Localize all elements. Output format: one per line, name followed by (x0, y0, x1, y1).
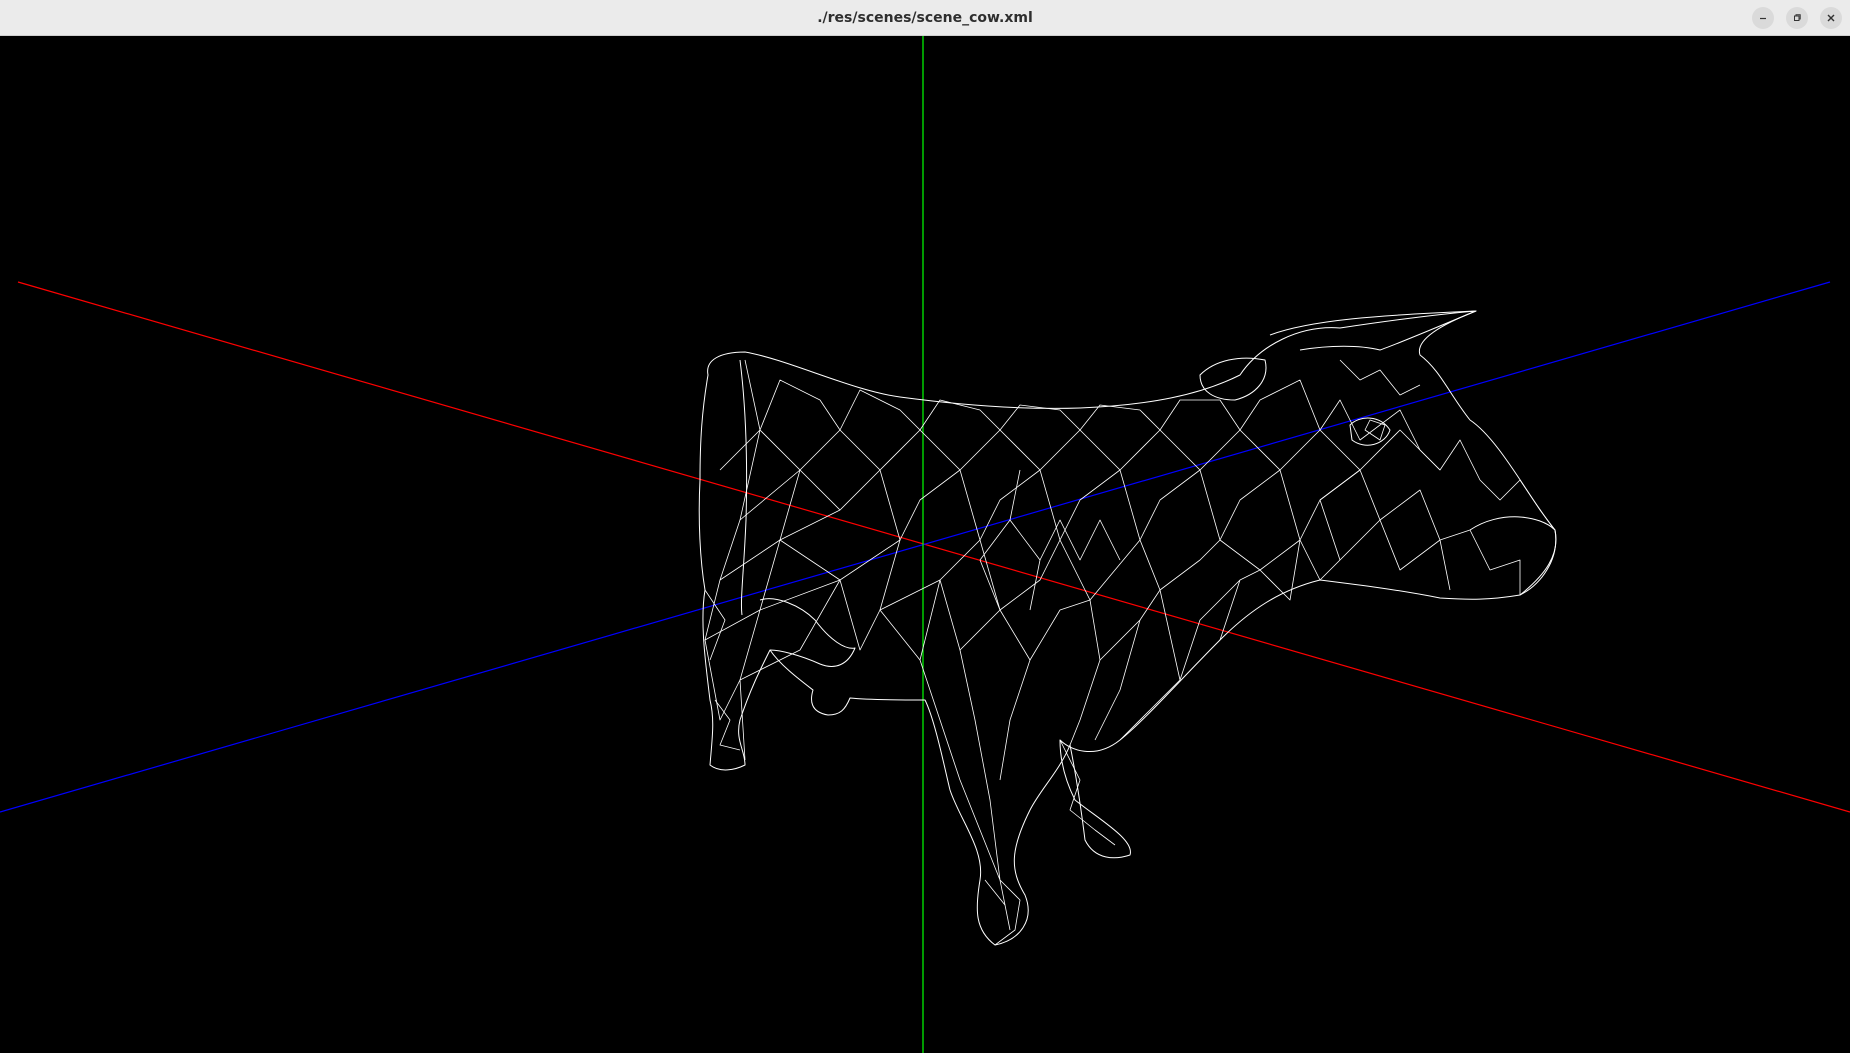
cow-tail (739, 359, 748, 616)
close-icon (1827, 14, 1835, 22)
title-bar[interactable]: ./res/scenes/scene_cow.xml (0, 0, 1850, 36)
close-button[interactable] (1820, 7, 1842, 29)
cow-wireframe (698, 310, 1557, 946)
scene-canvas (0, 36, 1850, 1053)
cow-mesh (704, 359, 1556, 946)
window-title: ./res/scenes/scene_cow.xml (817, 10, 1033, 26)
window-controls (1752, 7, 1842, 29)
cow-outline (698, 310, 1557, 946)
cow-horn (1269, 310, 1477, 351)
render-viewport[interactable] (0, 36, 1850, 1053)
app-window: ./res/scenes/scene_cow.xml (0, 0, 1850, 1053)
cow-ear (1199, 357, 1267, 401)
minimize-button[interactable] (1752, 7, 1774, 29)
maximize-icon (1794, 14, 1801, 21)
x-axis (17, 281, 1850, 813)
maximize-button[interactable] (1786, 7, 1808, 29)
minimize-icon (1760, 17, 1766, 20)
